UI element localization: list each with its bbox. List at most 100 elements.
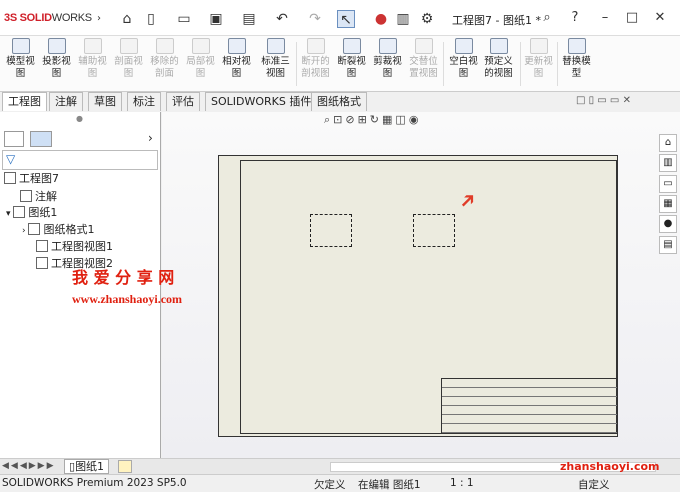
solidworks-logo: 3S SOLIDWORKS <box>4 12 92 24</box>
drawing-view-1-box[interactable] <box>310 214 352 247</box>
removed-section-icon <box>155 38 174 54</box>
watermark-corner: zhanshaoyi.com <box>560 460 660 473</box>
section-view-button[interactable]: 剖面视 图 <box>110 38 147 80</box>
search-icon[interactable]: ⌕ <box>537 9 557 27</box>
command-ribbon: 模型视 图 投影视 图 辅助视 图 剖面视 图 移除的 剖面 局部视 图 相对视… <box>0 36 680 92</box>
projected-view-icon <box>47 38 66 54</box>
alternate-position-icon <box>414 38 433 54</box>
file-explorer-icon[interactable]: ▭ <box>659 175 677 193</box>
relative-view-button[interactable]: 相对视 图 <box>218 38 255 80</box>
ribbon-separator <box>443 42 444 86</box>
drawing-view-icon <box>36 257 48 269</box>
file-properties-icon[interactable]: ▥ <box>394 10 412 28</box>
feature-tree-tab-icon[interactable] <box>4 131 24 147</box>
resources-icon[interactable]: ⌂ <box>659 134 677 152</box>
tab-evaluate[interactable]: 评估 <box>166 92 200 111</box>
heads-up-view-toolbar[interactable]: ⌕⊡⊘⊞↻▦◫◉ <box>324 113 421 127</box>
auxiliary-view-button[interactable]: 辅助视 图 <box>74 38 111 80</box>
command-tabs: 工程图 注解 草图 标注 评估 SOLIDWORKS 插件 图纸格式 □ ▯ ▭… <box>0 92 680 112</box>
sheet-scale[interactable]: 1 : 1 <box>450 477 474 489</box>
custom-properties-icon[interactable]: ▤ <box>659 236 677 254</box>
save-icon[interactable]: ▣ <box>207 10 225 28</box>
property-manager-tab-icon[interactable] <box>30 131 52 147</box>
predefined-view-icon <box>489 38 508 54</box>
tree-item-sheet-format[interactable]: › 图纸格式1 <box>22 222 94 238</box>
design-library-icon[interactable]: ▥ <box>659 154 677 172</box>
projected-view-button[interactable]: 投影视 图 <box>38 38 75 80</box>
model-view-button[interactable]: 模型视 图 <box>2 38 39 80</box>
options-gear-icon[interactable]: ⚙ <box>418 10 436 28</box>
chevron-right-icon[interactable]: › <box>148 131 153 145</box>
tree-item-sheet1[interactable]: ▾ 图纸1 <box>6 205 57 221</box>
tab-drawing[interactable]: 工程图 <box>2 92 47 111</box>
tree-item-drawing-view1[interactable]: 工程图视图1 <box>36 239 113 255</box>
alternate-position-view-button[interactable]: 交替位 置视图 <box>405 38 442 80</box>
title-block <box>441 378 617 434</box>
sheet-tab-1[interactable]: ▯图纸1 <box>64 459 110 474</box>
drawing-view-2-box[interactable] <box>413 214 455 247</box>
tab-annotation[interactable]: 注解 <box>49 92 83 111</box>
predefined-view-button[interactable]: 预定义 的视图 <box>480 38 517 80</box>
crop-view-icon <box>378 38 397 54</box>
broken-out-section-icon <box>306 38 325 54</box>
replace-model-button[interactable]: 替换模 型 <box>558 38 595 80</box>
sheet-icon <box>13 206 26 218</box>
product-version: SOLIDWORKS Premium 2023 SP5.0 <box>2 477 187 489</box>
help-icon[interactable]: ? <box>565 9 585 27</box>
empty-view-button[interactable]: 空白视 图 <box>445 38 482 80</box>
view-palette-icon[interactable]: ▦ <box>659 195 677 213</box>
tab-dimension[interactable]: 标注 <box>127 92 161 111</box>
sheet-nav-arrows-icon[interactable]: ◀◀◀▶▶▶ <box>2 461 56 471</box>
new-document-icon[interactable]: ▯ <box>142 10 160 28</box>
relative-view-icon <box>227 38 246 54</box>
rebuild-traffic-light-icon[interactable]: ● <box>372 10 390 28</box>
replace-model-icon <box>567 38 586 54</box>
crop-view-button[interactable]: 剪裁视 图 <box>369 38 406 80</box>
drawing-view-icon <box>36 240 48 252</box>
tab-addins[interactable]: SOLIDWORKS 插件 <box>205 92 318 111</box>
redo-icon[interactable]: ↷ <box>306 10 324 28</box>
break-view-icon <box>342 38 361 54</box>
section-view-icon <box>119 38 138 54</box>
watermark-url: www.zhanshaoyi.com <box>72 292 183 306</box>
status-bar: SOLIDWORKS Premium 2023 SP5.0 欠定义 在编辑 图纸… <box>0 474 680 491</box>
open-folder-icon[interactable]: ▭ <box>175 10 193 28</box>
select-cursor-icon[interactable]: ↖ <box>337 10 355 28</box>
tab-sheet-format[interactable]: 图纸格式 <box>311 92 367 111</box>
broken-out-section-button[interactable]: 断开的 剖视图 <box>297 38 334 80</box>
print-icon[interactable]: ▤ <box>240 10 258 28</box>
drawing-icon <box>4 172 16 184</box>
auxiliary-view-icon <box>83 38 102 54</box>
standard-3-view-icon <box>266 38 285 54</box>
break-view-button[interactable]: 断裂视 图 <box>333 38 370 80</box>
update-view-button[interactable]: 更新视 图 <box>520 38 557 80</box>
removed-section-button[interactable]: 移除的 剖面 <box>146 38 183 80</box>
appearances-icon[interactable]: ● <box>659 215 677 233</box>
minimize-icon[interactable]: – <box>595 9 615 27</box>
revision-column <box>219 274 241 434</box>
watermark-title: 我 爱 分 享 网 <box>72 268 175 287</box>
detail-view-icon <box>191 38 210 54</box>
drawing-sheet[interactable]: ➔ <box>218 155 618 437</box>
model-view-icon <box>11 38 30 54</box>
tree-item-annotations[interactable]: 注解 <box>20 189 57 205</box>
collapse-arrow-icon[interactable]: ▾ <box>6 209 13 219</box>
sheet-format-icon <box>28 223 41 235</box>
document-title: 工程图7 - 图纸1 * <box>452 14 541 27</box>
menu-expand-icon[interactable]: › <box>90 10 108 28</box>
home-icon[interactable]: ⌂ <box>118 10 136 28</box>
panel-controls-icon[interactable]: □ ▯ ▭ ▭ ✕ <box>576 95 631 106</box>
close-icon[interactable]: ✕ <box>650 9 670 27</box>
standard-3-view-button[interactable]: 标准三 视图 <box>257 38 294 80</box>
detail-view-button[interactable]: 局部视 图 <box>182 38 219 80</box>
empty-view-icon <box>454 38 473 54</box>
tab-sketch[interactable]: 草图 <box>88 92 122 111</box>
tree-root[interactable]: 工程图7 <box>4 171 59 187</box>
sheet-tab-bar: ◀◀◀▶▶▶ ▯图纸1 zhanshaoyi.com <box>0 458 680 474</box>
filter-field[interactable]: ▽ <box>2 150 158 170</box>
panel-grip-icon[interactable]: ● <box>76 114 83 123</box>
undo-icon[interactable]: ↶ <box>273 10 291 28</box>
title-bar: 3S SOLIDWORKS › ⌂ ▯ ▭ ▣ ▤ ↶ ↷ ↖ ● ▥ ⚙ 工程… <box>0 0 680 36</box>
maximize-icon[interactable]: □ <box>622 9 642 27</box>
add-sheet-icon[interactable] <box>118 460 132 473</box>
